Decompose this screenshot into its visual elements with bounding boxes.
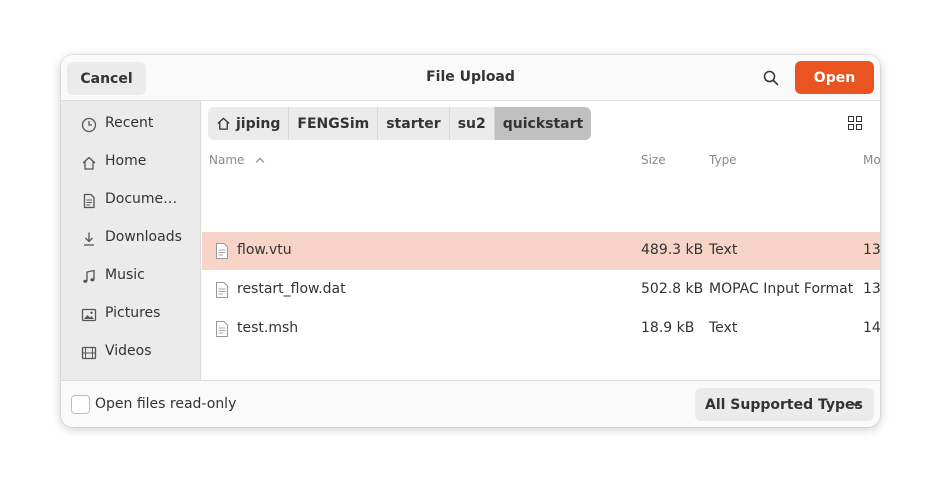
sidebar-item-label: Videos bbox=[105, 343, 152, 359]
file-row[interactable]: test.msh 18.9 kB Text 14:26 bbox=[202, 310, 880, 348]
file-upload-dialog: Cancel File Upload Open Recent Home Docu… bbox=[61, 55, 880, 427]
sidebar-item-label: Docume… bbox=[105, 191, 178, 207]
breadcrumb: jiping FENGSim starter su2 quickstart bbox=[208, 107, 592, 140]
search-button[interactable] bbox=[760, 67, 782, 89]
sidebar-item-label: Music bbox=[105, 267, 145, 283]
file-type: MOPAC Input Format bbox=[709, 281, 854, 297]
sidebar-item-music[interactable]: Music bbox=[61, 257, 200, 295]
sort-ascending-icon bbox=[255, 157, 265, 163]
search-icon bbox=[763, 70, 779, 86]
column-header-type[interactable]: Type bbox=[709, 153, 737, 167]
crumb-jiping[interactable]: jiping bbox=[208, 107, 290, 140]
sidebar-item-videos[interactable]: Videos bbox=[61, 333, 200, 371]
sidebar-item-pictures[interactable]: Pictures bbox=[61, 295, 200, 333]
text-file-icon bbox=[216, 282, 228, 298]
sidebar-item-recent[interactable]: Recent bbox=[61, 105, 200, 143]
column-name-label: Name bbox=[209, 153, 245, 167]
dialog-title-bar: File Upload bbox=[61, 69, 880, 85]
film-icon bbox=[80, 344, 98, 362]
crumb-fengsim[interactable]: FENGSim bbox=[289, 107, 379, 140]
column-header-size[interactable]: Size bbox=[641, 153, 666, 167]
filter-label: All Supported Types bbox=[705, 396, 863, 413]
picture-icon bbox=[80, 306, 98, 324]
file-size: 489.3 kB bbox=[641, 242, 704, 258]
column-header-modified[interactable]: Modified bbox=[863, 153, 880, 167]
file-name: flow.vtu bbox=[237, 242, 292, 258]
file-size: 502.8 kB bbox=[641, 281, 704, 297]
home-icon bbox=[216, 116, 231, 131]
crumb-su2[interactable]: su2 bbox=[450, 107, 495, 140]
file-type-filter-dropdown[interactable]: All Supported Types bbox=[695, 388, 874, 421]
file-name: restart_flow.dat bbox=[237, 281, 346, 297]
file-name: test.msh bbox=[237, 320, 299, 336]
sidebar-item-label: Downloads bbox=[105, 229, 182, 245]
file-type: Text bbox=[709, 320, 738, 336]
sidebar-item-documents[interactable]: Docume… bbox=[61, 181, 200, 219]
sidebar-item-label: Recent bbox=[105, 115, 154, 131]
open-button[interactable]: Open bbox=[795, 61, 874, 94]
read-only-label[interactable]: Open files read-only bbox=[95, 396, 236, 412]
download-icon bbox=[80, 230, 98, 248]
file-modified: 13:38 bbox=[863, 281, 880, 297]
text-file-icon bbox=[216, 321, 228, 337]
grid-icon bbox=[848, 116, 862, 130]
sidebar-item-downloads[interactable]: Downloads bbox=[61, 219, 200, 257]
home-icon bbox=[80, 154, 98, 172]
crumb-starter[interactable]: starter bbox=[378, 107, 450, 140]
music-icon bbox=[80, 268, 98, 286]
sidebar-item-label: Home bbox=[105, 153, 147, 169]
file-type: Text bbox=[709, 242, 738, 258]
cancel-button[interactable]: Cancel bbox=[67, 62, 146, 95]
file-size: 18.9 kB bbox=[641, 320, 695, 336]
dialog-title: File Upload bbox=[426, 69, 515, 85]
dialog-footer: Open files read-only All Supported Types bbox=[61, 380, 880, 427]
sidebar-item-home[interactable]: Home bbox=[61, 143, 200, 181]
file-row[interactable]: flow.vtu 489.3 kB Text 13:38 bbox=[202, 232, 880, 270]
chevron-down-icon bbox=[851, 401, 861, 407]
file-modified: 14:26 bbox=[863, 320, 880, 336]
dialog-header: Cancel File Upload Open bbox=[61, 55, 880, 101]
text-file-icon bbox=[216, 243, 228, 259]
sidebar-item-label: Pictures bbox=[105, 305, 161, 321]
clock-icon bbox=[80, 116, 98, 134]
file-browser: jiping FENGSim starter su2 quickstart Na… bbox=[202, 101, 880, 381]
grid-view-button[interactable] bbox=[848, 116, 864, 132]
crumb-label: jiping bbox=[236, 115, 281, 132]
places-sidebar: Recent Home Docume… Downloads Music Pict… bbox=[61, 101, 201, 381]
file-modified: 13:38 bbox=[863, 242, 880, 258]
column-header-name[interactable]: Name bbox=[209, 153, 266, 167]
read-only-checkbox[interactable] bbox=[71, 395, 90, 414]
crumb-quickstart[interactable]: quickstart bbox=[494, 107, 592, 140]
document-icon bbox=[80, 192, 98, 210]
file-row[interactable]: restart_flow.dat 502.8 kB MOPAC Input Fo… bbox=[202, 271, 880, 309]
